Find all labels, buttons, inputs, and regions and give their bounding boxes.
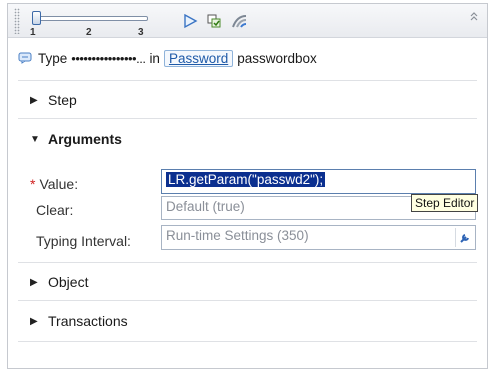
collapse-triangle-icon: ▼ [30,133,40,145]
divider [18,80,477,81]
collapse-chevron-icon[interactable] [469,11,479,24]
divider [18,262,477,263]
step-connector: in [149,50,160,66]
slider-thumb[interactable] [32,11,41,25]
typing-interval-field[interactable]: Run-time Settings (350) [161,225,476,250]
value-selected-text[interactable]: LR.getParam("passwd2"); [166,172,326,187]
step-properties-panel: 1 2 3 Type ••••••••••••••••... in Passwo… [7,3,488,369]
divider [18,118,477,119]
section-step[interactable]: ▶ Step [30,92,77,108]
step-verb: Type [38,50,68,66]
object-type: passwordbox [237,50,317,66]
level-slider[interactable]: 1 2 3 [28,10,158,38]
expand-triangle-icon: ▶ [30,315,38,327]
slider-tick-3: 3 [138,27,144,38]
expand-triangle-icon: ▶ [30,94,38,106]
toolbar: 1 2 3 [8,4,487,38]
value-label: * Value: [30,176,79,192]
highlight-icon[interactable] [230,11,250,31]
slider-tick-1: 1 [30,27,36,38]
divider [18,300,477,301]
section-transactions-label: Transactions [48,313,128,329]
section-transactions[interactable]: ▶ Transactions [30,313,128,329]
type-step-icon [18,52,32,64]
required-mark: * [30,176,36,192]
toolbar-grip[interactable] [14,8,20,34]
divider [18,341,477,342]
section-arguments[interactable]: ▼ Arguments [30,131,122,147]
wrench-icon[interactable] [455,228,473,247]
clear-label: Clear: [36,202,74,218]
play-icon[interactable] [180,11,200,31]
step-description: Type ••••••••••••••••... in Password pas… [18,48,317,68]
expand-triangle-icon: ▶ [30,276,38,288]
typing-interval-label: Typing Interval: [36,233,131,249]
clear-placeholder: Default (true) [166,199,245,214]
section-object[interactable]: ▶ Object [30,274,88,290]
object-link[interactable]: Password [163,49,234,67]
section-object-label: Object [48,274,89,290]
masked-value: ••••••••••••••••... [71,50,146,66]
typing-interval-placeholder: Run-time Settings (350) [166,228,309,243]
section-step-label: Step [48,92,77,108]
value-field[interactable]: LR.getParam("passwd2"); [161,169,476,194]
slider-tick-2: 2 [86,27,92,38]
section-arguments-label: Arguments [48,131,122,147]
step-editor-tooltip: Step Editor [411,194,479,212]
slider-track[interactable] [34,16,148,21]
step-list-icon[interactable] [204,11,224,31]
